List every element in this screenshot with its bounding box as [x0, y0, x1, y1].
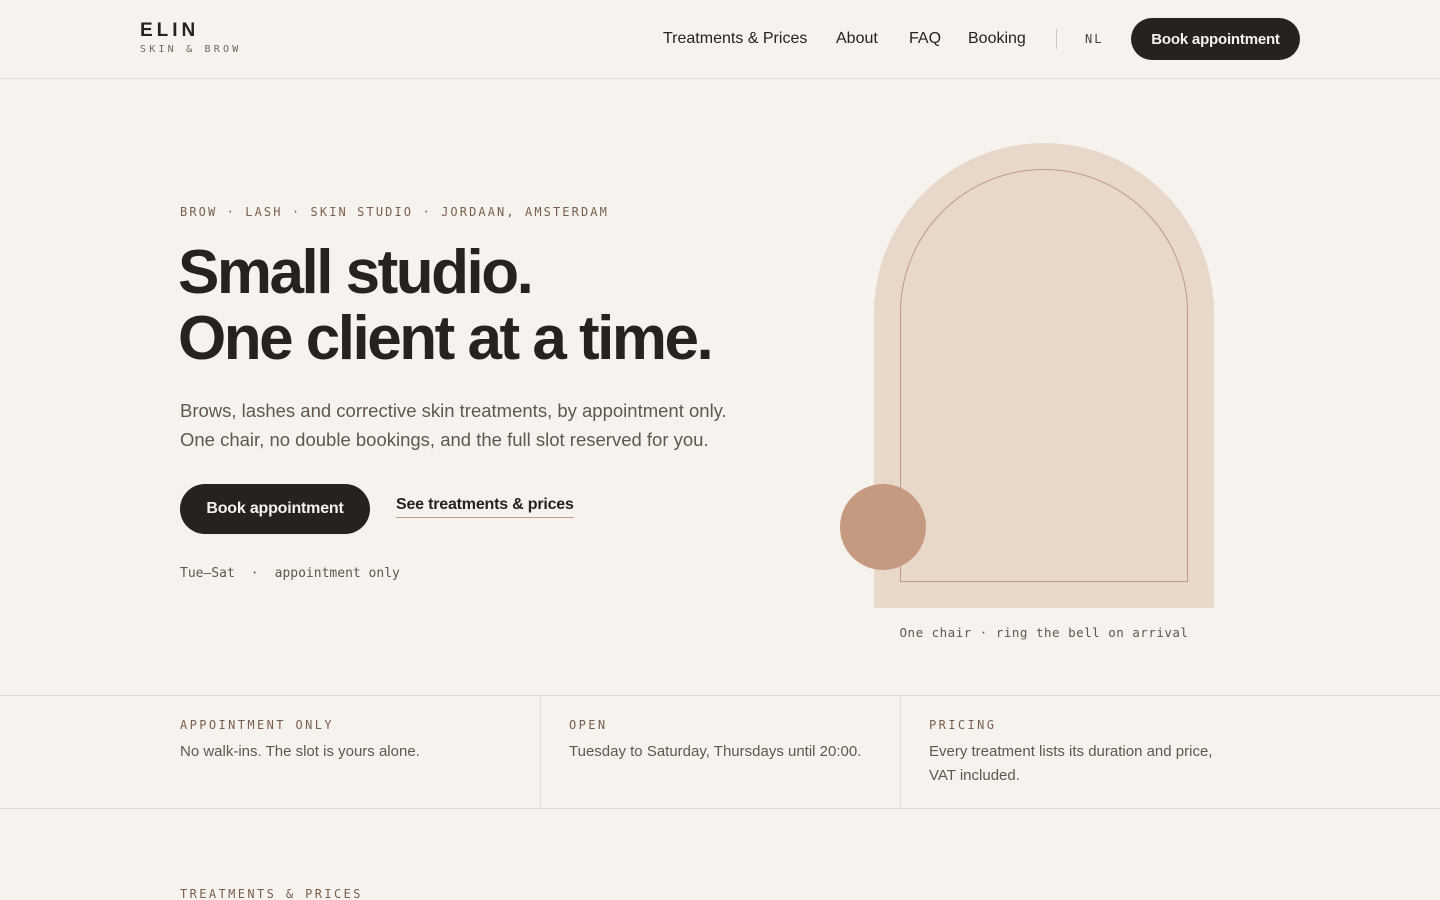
info-text: Tuesday to Saturday, Thursdays until 20:… — [569, 743, 862, 760]
hero-description: Brows, lashes and corrective skin treatm… — [180, 396, 780, 454]
hero-description-line-1: Brows, lashes and corrective skin treatm… — [180, 400, 727, 421]
hours-days: Tue–Sat — [180, 566, 235, 581]
header-book-button[interactable]: Book appointment — [1131, 18, 1300, 60]
info-label: APPOINTMENT ONLY — [180, 718, 334, 732]
accent-circle — [840, 484, 926, 570]
hours-note: Tue–Sat · appointment only — [180, 566, 400, 581]
see-treatments-link[interactable]: See treatments & prices — [396, 496, 574, 518]
hero-headline-line-2: One client at a time. — [178, 304, 714, 373]
arch-outline — [900, 169, 1188, 582]
hero-headline-line-1: Small studio. — [178, 238, 534, 307]
brand-name: ELIN — [140, 20, 200, 41]
nav-link-about[interactable]: About — [836, 28, 878, 50]
arch-caption: One chair · ring the bell on arrival — [899, 625, 1189, 640]
treatments-section-label: TREATMENTS & PRICES — [180, 887, 363, 900]
hero-book-button[interactable]: Book appointment — [180, 484, 370, 534]
info-label: OPEN — [569, 718, 608, 732]
language-switch[interactable]: NL — [1085, 32, 1103, 46]
info-strip: APPOINTMENT ONLY No walk-ins. The slot i… — [0, 695, 1440, 809]
site-header: ELIN SKIN & BROW Treatments & Prices Abo… — [0, 0, 1440, 79]
hero-description-line-2: One chair, no double bookings, and the f… — [180, 429, 709, 450]
hours-mode: appointment only — [274, 566, 400, 581]
nav-divider — [1056, 29, 1057, 49]
info-label: PRICING — [929, 718, 997, 732]
info-pricing: PRICING Every treatment lists its durati… — [900, 696, 1440, 808]
info-appointment-only: APPOINTMENT ONLY No walk-ins. The slot i… — [0, 696, 540, 808]
info-text: No walk-ins. The slot is yours alone. — [180, 743, 420, 760]
info-open: OPEN Tuesday to Saturday, Thursdays unti… — [540, 696, 900, 808]
brand-tagline: SKIN & BROW — [140, 44, 242, 55]
hero-headline: Small studio. One client at a time. — [178, 238, 714, 373]
info-text: Every treatment lists its duration and p… — [929, 743, 1213, 784]
nav-link-faq[interactable]: FAQ — [909, 28, 941, 50]
hero-eyebrow: BROW · LASH · SKIN STUDIO · JORDAAN, AMS… — [180, 205, 609, 219]
brand-logo[interactable]: ELIN SKIN & BROW — [140, 21, 241, 56]
nav-link-treatments[interactable]: Treatments & Prices — [663, 28, 807, 50]
hours-separator: · — [250, 566, 259, 581]
nav-link-booking[interactable]: Booking — [968, 28, 1026, 50]
